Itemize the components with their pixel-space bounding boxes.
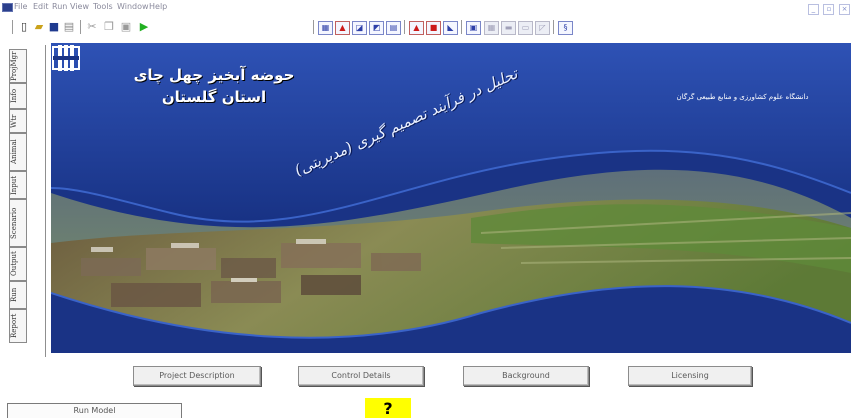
background-button[interactable]: Background [463,366,589,386]
disabled-icon[interactable]: ◸ [535,21,550,35]
banner-title: حوضه آبخیز چهل چای [133,66,295,84]
grid-icon[interactable]: ▦ [484,21,499,35]
tab-wtr[interactable]: Wtr [9,109,27,133]
menu-file[interactable]: File [14,0,27,14]
table-icon[interactable]: ▤ [386,21,401,35]
university-name: دانشگاه علوم کشاورزی و منابع طبیعی گرگان [676,93,809,101]
stop-icon[interactable]: ■ [426,21,441,35]
window-controls: _ ▫ × [806,2,850,16]
bar-icon[interactable]: ▬ [501,21,516,35]
plot-icon[interactable]: ◣ [443,21,458,35]
minimize-button[interactable]: _ [807,4,819,15]
run-model-tab[interactable]: Run Model [7,403,182,418]
toolbar-separator [461,20,462,34]
menu-bar: File Edit Run View Tools Window Help _ ▫… [0,0,856,16]
menu-help[interactable]: Help [149,0,167,14]
layers-icon[interactable]: ▲ [409,21,424,35]
toolbar-separator [12,20,13,34]
banner-subtitle: استان گلستان [161,88,267,106]
status-bar: Run Model ? [0,398,856,418]
tab-input[interactable]: Input [9,171,27,199]
tab-report[interactable]: Report [9,309,27,343]
disabled-icon[interactable]: ▭ [518,21,533,35]
tab-animal[interactable]: Animal [9,133,27,171]
side-tab-strip: ProjMgr Info Wtr Animal Input Scenario O… [7,45,46,357]
copy-icon[interactable]: ❐ [102,20,116,34]
licensing-button[interactable]: Licensing [628,366,752,386]
splash-banner: حوضه آبخیز چهل چای استان گلستان تحلیل در… [51,43,851,353]
graph2-icon[interactable]: ◩ [369,21,384,35]
close-button[interactable]: × [839,4,850,15]
print-icon[interactable]: ▤ [62,20,76,34]
map-icon[interactable]: ▲ [335,21,350,35]
tab-run[interactable]: Run [9,281,27,309]
tab-info[interactable]: Info [9,83,27,109]
menu-view[interactable]: View [70,0,89,14]
help-button[interactable]: ? [365,398,411,418]
save-icon[interactable]: ■ [47,20,61,34]
window-icon[interactable]: ▣ [466,21,481,35]
report-icon[interactable]: § [558,21,573,35]
open-folder-icon[interactable]: ▰ [32,20,46,34]
toolbar-separator [553,20,554,34]
tab-scenario[interactable]: Scenario [9,199,27,247]
cut-icon[interactable]: ✂ [85,20,99,34]
project-description-button[interactable]: Project Description [133,366,261,386]
paste-icon[interactable]: ▣ [119,20,133,34]
toolbar-separator [80,20,81,34]
restore-button[interactable]: ▫ [823,4,835,15]
control-details-button[interactable]: Control Details [298,366,424,386]
tools-toolbar: ▦ ▲ ◪ ◩ ▤ ▲ ■ ◣ ▣ ▦ ▬ ▭ ◸ § [313,20,633,36]
tab-output[interactable]: Output [9,247,27,281]
chart-icon[interactable]: ▦ [318,21,333,35]
app-icon[interactable] [2,3,13,12]
toolbar-separator [313,20,314,34]
graph-icon[interactable]: ◪ [352,21,367,35]
menu-window[interactable]: Window [117,0,149,14]
tab-projmgr[interactable]: ProjMgr [9,49,27,83]
menu-tools[interactable]: Tools [93,0,113,14]
menu-run[interactable]: Run [52,0,67,14]
main-toolbar: ▯ ▰ ■ ▤ ✂ ❐ ▣ ▶ [12,20,202,36]
menu-edit[interactable]: Edit [33,0,49,14]
toolbar-separator [404,20,405,34]
new-file-icon[interactable]: ▯ [17,20,31,34]
run-icon[interactable]: ▶ [137,20,151,34]
university-logo-icon [52,45,80,71]
